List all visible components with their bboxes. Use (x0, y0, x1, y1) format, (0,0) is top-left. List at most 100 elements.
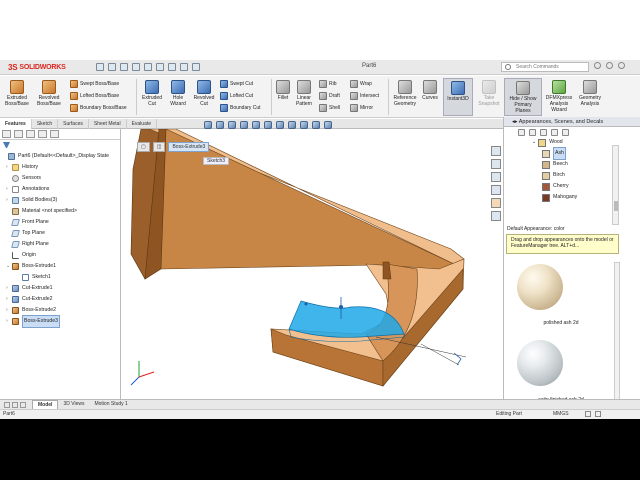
boundary-cut-button[interactable]: Boundary Cut (220, 104, 261, 112)
refresh-icon[interactable] (562, 128, 569, 136)
property-manager-tab-icon[interactable] (14, 130, 23, 138)
tree-item-origin[interactable]: Origin (2, 250, 120, 261)
tree-item-front-plane[interactable]: Front Plane (2, 217, 120, 228)
rebuild-icon[interactable] (179, 63, 188, 71)
tree-item-sensors[interactable]: Sensors (2, 173, 120, 184)
tab-features[interactable]: Features (0, 119, 32, 129)
folder-wood[interactable]: ⌄ Wood (532, 137, 640, 148)
solidworks-resources-tab-icon[interactable] (491, 146, 501, 156)
dfmxpress-button[interactable]: DFMXpress Analysis Wizard (544, 80, 574, 113)
material-beech[interactable]: Beech (532, 159, 640, 170)
file-explorer-tab-icon[interactable] (491, 172, 501, 182)
material-mahogany[interactable]: Mahogany (532, 192, 640, 203)
tab-evaluate[interactable]: Evaluate (127, 119, 158, 129)
breadcrumb-body-icon[interactable]: ◫ (152, 142, 166, 152)
forward-icon[interactable] (529, 128, 536, 136)
tree-item-top-plane[interactable]: Top Plane (2, 228, 120, 239)
open-file-icon[interactable] (119, 63, 128, 71)
breadcrumb-sketch[interactable]: Sketch3 (203, 157, 230, 165)
thumb-polished-ash[interactable] (517, 264, 565, 320)
section-view-icon[interactable] (240, 121, 248, 129)
hole-wizard-button[interactable]: Hole Wizard (166, 80, 190, 107)
curves-button[interactable]: Curves (420, 80, 440, 101)
geometry-analysis-button[interactable]: Geometry Analysis (576, 80, 604, 107)
lofted-boss-button[interactable]: Lofted Boss/Base (70, 92, 119, 100)
tab-motion-study-1[interactable]: Motion Study 1 (89, 400, 132, 409)
new-file-icon[interactable] (107, 63, 116, 71)
tree-item-boss-extrude1[interactable]: ⌄ Boss-Extrude1 (2, 261, 120, 272)
lofted-cut-button[interactable]: Lofted Cut (220, 92, 253, 100)
select-icon[interactable] (167, 63, 176, 71)
home-icon[interactable] (540, 128, 547, 136)
feature-manager-tab-icon[interactable] (2, 130, 11, 138)
thumbnails-scrollbar[interactable] (614, 262, 620, 402)
extruded-cut-button[interactable]: Extruded Cut (140, 80, 164, 107)
tree-item-material[interactable]: Material <not specified> (2, 206, 120, 217)
view-palette-tab-icon[interactable] (491, 185, 501, 195)
selected-boss-extrude3[interactable] (288, 300, 405, 338)
drag-handle-point[interactable] (339, 305, 343, 309)
swept-cut-button[interactable]: Swept Cut (220, 80, 253, 88)
tree-item-cut-extrude2[interactable]: › Cut-Extrude2 (2, 294, 120, 305)
tree-root-part[interactable]: Part6 (Default<<Default>_Display State (2, 151, 120, 162)
tree-item-right-plane[interactable]: Right Plane (2, 239, 120, 250)
tree-filter[interactable] (0, 140, 120, 151)
zoom-to-fit-icon[interactable] (204, 121, 212, 129)
tab-sheet-metal[interactable]: Sheet Metal (89, 119, 127, 129)
hide-show-items-icon[interactable] (288, 121, 296, 129)
swept-boss-button[interactable]: Swept Boss/Base (70, 80, 119, 88)
options-icon[interactable] (191, 63, 200, 71)
take-snapshot-button[interactable]: Take Snapshot (476, 80, 502, 107)
save-icon[interactable] (131, 63, 140, 71)
zoom-area-icon[interactable] (216, 121, 224, 129)
print-icon[interactable] (143, 63, 152, 71)
custom-properties-tab-icon[interactable] (491, 211, 501, 221)
fillet-button[interactable]: Fillet (274, 80, 292, 101)
intersect-button[interactable]: Intersect (350, 92, 379, 100)
linear-pattern-button[interactable]: Linear Pattern (293, 80, 315, 107)
control-point[interactable] (304, 302, 308, 306)
help-status-icon[interactable] (595, 411, 601, 417)
search-commands-input[interactable]: Search Commands (501, 62, 589, 72)
dimxpert-tab-icon[interactable] (38, 130, 47, 138)
previous-view-icon[interactable] (228, 121, 236, 129)
material-cherry[interactable]: Cherry (532, 181, 640, 192)
first-tab-icon[interactable] (4, 401, 10, 408)
graphics-area[interactable] (121, 128, 503, 399)
revolved-boss-button[interactable]: Revolved Boss/Base (35, 80, 63, 107)
configuration-manager-tab-icon[interactable] (26, 130, 35, 138)
reference-geometry-button[interactable]: Reference Geometry (391, 80, 419, 107)
extruded-boss-button[interactable]: Extruded Boss/Base (4, 80, 30, 107)
thumb-satin-ash[interactable] (517, 340, 565, 396)
view-settings-icon[interactable] (324, 121, 332, 129)
rib-button[interactable]: Rib (319, 80, 337, 88)
hide-show-planes-button[interactable]: Hide / Show Primary Planes (504, 78, 542, 116)
tab-3d-views[interactable]: 3D Views (58, 400, 89, 409)
design-library-tab-icon[interactable] (491, 159, 501, 169)
tree-item-boss-extrude2[interactable]: › Boss-Extrude2 (2, 305, 120, 316)
minimize-icon[interactable] (618, 62, 625, 69)
tree-item-sketch1[interactable]: Sketch1 (2, 272, 120, 283)
dynamic-annotation-icon[interactable] (252, 121, 260, 129)
apply-scene-icon[interactable] (312, 121, 320, 129)
tree-item-boss-extrude3[interactable]: › Boss-Extrude3 (2, 315, 120, 328)
shell-button[interactable]: Shell (319, 104, 340, 112)
tree-item-cut-extrude1[interactable]: › Cut-Extrude1 (2, 283, 120, 294)
wrap-button[interactable]: Wrap (350, 80, 372, 88)
tree-item-history[interactable]: › History (2, 162, 120, 173)
edit-appearance-icon[interactable] (300, 121, 308, 129)
tree-item-solid-bodies[interactable]: › Solid Bodies(3) (2, 195, 120, 206)
help-icon[interactable] (594, 62, 601, 69)
tab-model[interactable]: Model (32, 400, 59, 409)
home-icon[interactable] (95, 63, 104, 71)
add-folder-icon[interactable] (551, 128, 558, 136)
instant3d-button[interactable]: Instant3D (443, 78, 473, 116)
undo-icon[interactable] (155, 63, 164, 71)
breadcrumb-part-icon[interactable]: ▢ (137, 142, 150, 152)
back-icon[interactable] (518, 128, 525, 136)
status-units[interactable]: MMGS (553, 410, 569, 419)
tree-scrollbar[interactable] (612, 145, 619, 225)
prev-tab-icon[interactable] (12, 401, 18, 408)
view-orientation-icon[interactable] (264, 121, 272, 129)
material-ash[interactable]: Ash (532, 147, 640, 160)
